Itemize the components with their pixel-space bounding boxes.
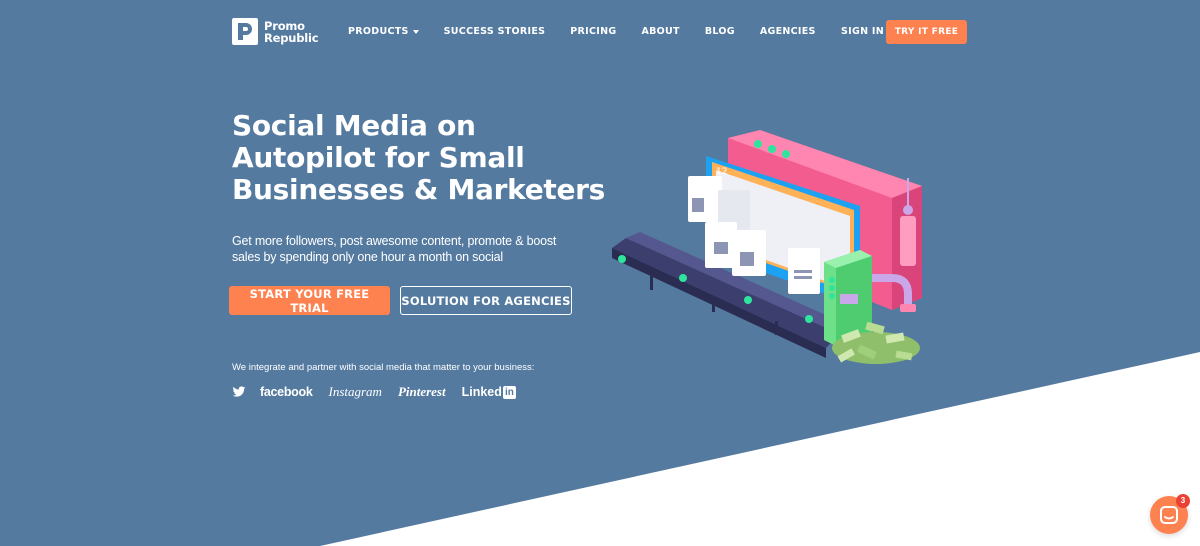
promo-republic-logo[interactable]: Promo Republic [232, 18, 319, 45]
social-networks-row: facebook Instagram Pinterest Linked in [232, 384, 532, 400]
logo-line-2: Republic [264, 30, 319, 45]
try-it-free-button[interactable]: TRY IT FREE [886, 20, 967, 44]
partners-text: We integrate and partner with social med… [232, 362, 535, 373]
pinterest-logo: Pinterest [397, 384, 446, 399]
hero-subtitle: Get more followers, post awesome content… [232, 234, 557, 264]
nav-success-stories[interactable]: SUCCESS STORIES [444, 26, 546, 37]
linkedin-logo: Linked in [462, 385, 516, 399]
nav-about[interactable]: ABOUT [641, 26, 679, 37]
sign-in-link[interactable]: SIGN IN [841, 26, 884, 37]
logo-mark-icon [232, 18, 258, 45]
nav-blog[interactable]: BLOG [705, 26, 735, 37]
hero-title: Social Media on Autopilot for Small Busi… [232, 109, 606, 206]
caret-down-icon [412, 29, 419, 34]
hero-title-line-3: Businesses & Marketers [232, 173, 606, 206]
hero-title-line-1: Social Media on [232, 109, 476, 142]
hero-illustration: 12 [612, 130, 922, 364]
nav-products[interactable]: PRODUCTS [348, 26, 419, 37]
instagram-logo: Instagram [328, 384, 382, 399]
green-box [824, 250, 872, 346]
nav-agencies[interactable]: AGENCIES [760, 26, 816, 37]
hero-title-line-2: Autopilot for Small [232, 141, 525, 174]
chat-unread-badge: 3 [1176, 494, 1190, 508]
nav-products-label: PRODUCTS [348, 26, 409, 37]
logo-line-1: Promo [264, 18, 305, 33]
calendar-day: 12 [716, 167, 727, 177]
site-header: Promo Republic PRODUCTS SUCCESS STORIES … [0, 0, 1200, 62]
background-diagonal [320, 352, 1200, 546]
linkedin-text: Linked [461, 385, 502, 399]
twitter-icon [232, 386, 246, 397]
chat-icon [1160, 506, 1178, 524]
facebook-logo: facebook [260, 385, 313, 399]
main-nav: PRODUCTS SUCCESS STORIES PRICING ABOUT B… [348, 26, 816, 37]
nav-pricing[interactable]: PRICING [570, 26, 616, 37]
start-free-trial-button[interactable]: START YOUR FREE TRIAL [229, 286, 390, 315]
solution-for-agencies-button[interactable]: SOLUTION FOR AGENCIES [400, 286, 572, 315]
linkedin-in-box: in [502, 385, 516, 399]
logo-text: Promo Republic [264, 18, 319, 45]
